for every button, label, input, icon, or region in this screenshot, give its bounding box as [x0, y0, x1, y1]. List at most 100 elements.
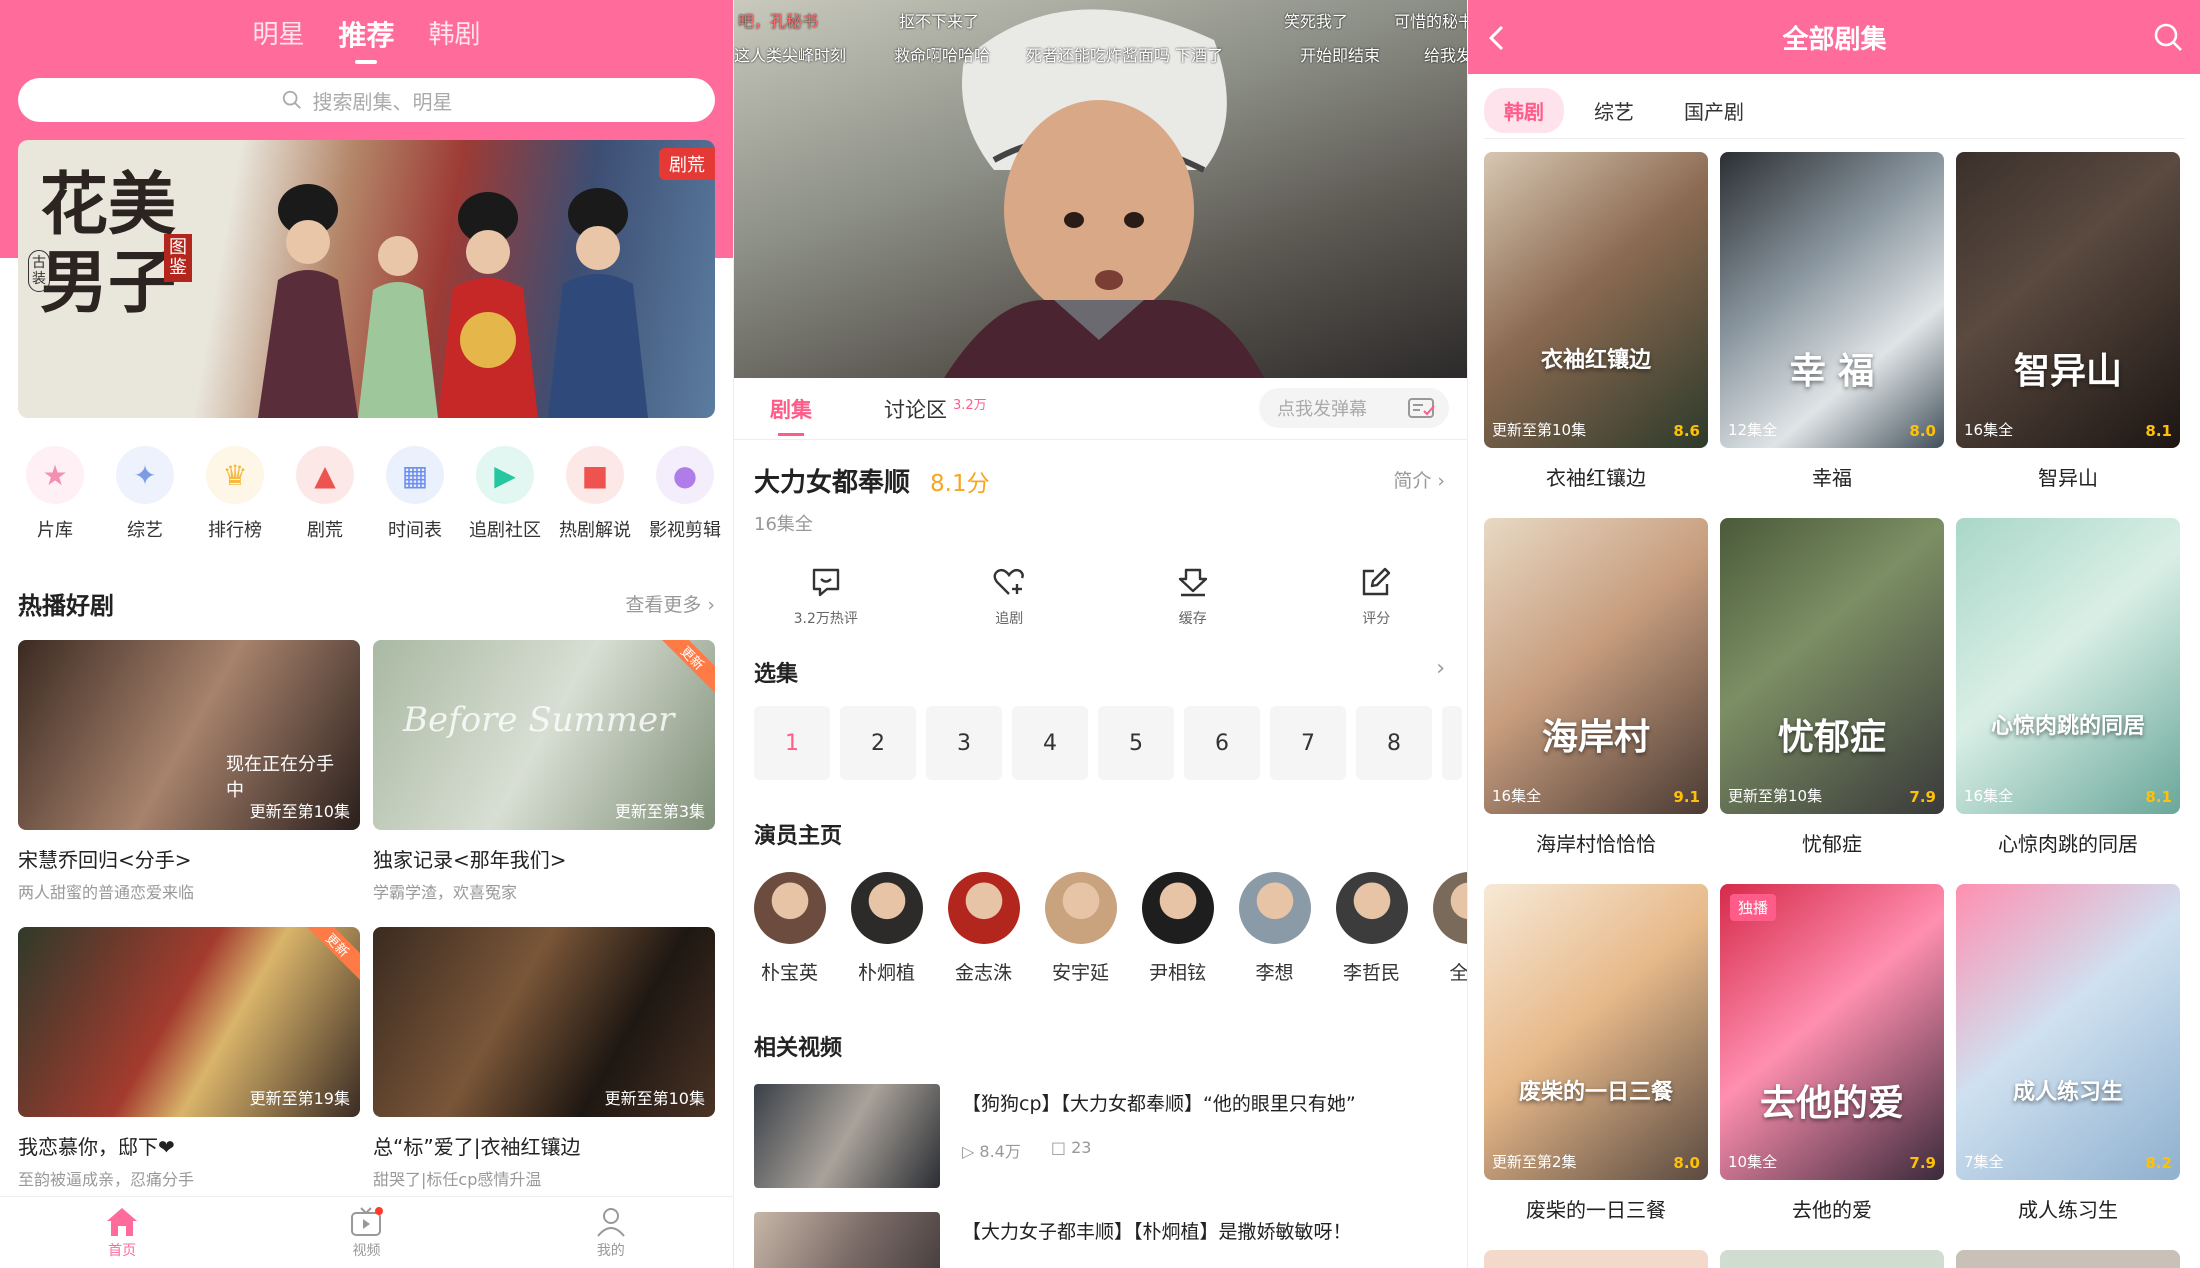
tab-stars[interactable]: 明星: [252, 14, 304, 64]
cast-member[interactable]: 全钟: [1431, 872, 1467, 985]
poster-image: 心惊肉跳的同居 16集全 8.1: [1956, 518, 2180, 814]
follow-label: 追剧: [995, 611, 1024, 627]
cast-member[interactable]: 安宇延: [1043, 872, 1118, 985]
download-button[interactable]: 缓存: [1101, 566, 1285, 628]
thumbnail-overlay-text: Before Summer: [403, 700, 675, 740]
danmaku-text: 死者还能吃炸酱面吗 下酒了: [1026, 46, 1224, 65]
drama-card[interactable]: 更新至第10集 总“标”爱了|衣袖红镶边 甜哭了|标任cp感情升温: [373, 927, 715, 1190]
comment-count: 23: [1071, 1138, 1092, 1157]
back-icon[interactable]: [1486, 24, 1506, 52]
avatar: [1238, 872, 1311, 944]
view-more-label: 查看更多: [625, 594, 702, 616]
avatar: [1044, 872, 1117, 944]
rating: 7.9: [1909, 788, 1936, 806]
rate-button[interactable]: 评分: [1285, 566, 1468, 628]
cast-member[interactable]: 金志洙: [946, 872, 1021, 985]
tab-recommend[interactable]: 推荐: [338, 14, 394, 64]
poster-art-text: 海岸村: [1541, 717, 1650, 758]
drama-card[interactable]: 现在正在分手中 更新至第10集 宋慧乔回归<分手> 两人甜蜜的普通恋爱来临: [18, 640, 360, 903]
episode-button[interactable]: 7: [1270, 706, 1346, 780]
episode-button[interactable]: 8: [1356, 706, 1432, 780]
tab-discussion[interactable]: 讨论区 3.2万: [884, 394, 987, 424]
category-tv[interactable]: ▶ 追剧社区: [460, 446, 550, 542]
episode-button[interactable]: 5: [1098, 706, 1174, 780]
category-comment[interactable]: ■ 热剧解说: [550, 446, 640, 542]
drama-name: 成人练习生: [2018, 1198, 2118, 1222]
drama-card[interactable]: 更新 更新至第19集 我恋慕你，邸下❤ 至韵被逼成亲，忍痛分手: [18, 927, 360, 1190]
drama-poster-card[interactable]: 海岸村 16集全 9.1 海岸村恰恰恰: [1484, 518, 1708, 857]
tab-kdrama[interactable]: 韩剧: [1484, 88, 1564, 133]
category-trophy[interactable]: ♛ 排行榜: [190, 446, 280, 542]
featured-banner[interactable]: 花美男子 古装 图鉴 剧荒: [18, 140, 715, 418]
download-label: 缓存: [1178, 611, 1207, 627]
category-library[interactable]: ★ 片库: [10, 446, 100, 542]
episode-button-partial[interactable]: [1442, 706, 1462, 780]
drama-name: 忧郁症: [1802, 832, 1862, 856]
tab-episodes[interactable]: 剧集: [770, 394, 812, 424]
episode-button[interactable]: 6: [1184, 706, 1260, 780]
drama-poster-card[interactable]: 心惊肉跳的同居 16集全 8.1 心惊肉跳的同居: [1956, 518, 2180, 857]
cast-member[interactable]: 李想: [1237, 872, 1312, 985]
view-more-link[interactable]: 查看更多 ›: [625, 590, 715, 617]
intro-label: 简介: [1393, 470, 1432, 492]
search-input[interactable]: 搜索剧集、明星: [18, 78, 715, 122]
cast-list: 朴宝英 朴炯植 金志洙 安宇延 尹相铉 李想 李哲民 全钟: [752, 872, 1467, 985]
drama-detail-screen: 吧，孔秘书 抠不下来了 笑死我了 可惜的秘书 这人类尖峰时刻 救命啊哈哈哈 死者…: [733, 0, 1467, 1268]
drama-poster-card[interactable]: 成人练习生 7集全 8.2 成人练习生: [1956, 884, 2180, 1223]
video-player[interactable]: 吧，孔秘书 抠不下来了 笑死我了 可惜的秘书 这人类尖峰时刻 救命啊哈哈哈 死者…: [734, 0, 1467, 378]
tab-discussion-label: 讨论区: [884, 397, 947, 422]
cast-member[interactable]: 朴炯植: [849, 872, 924, 985]
related-video-item[interactable]: 【大力女子都丰顺】【朴炯植】是撒娇敏敏呀！: [754, 1212, 1454, 1268]
category-variety[interactable]: ✦ 综艺: [100, 446, 190, 542]
comments-button[interactable]: 3.2万热评: [734, 566, 918, 628]
category-label: 热剧解说: [559, 520, 631, 541]
cast-member[interactable]: 尹相铉: [1140, 872, 1215, 985]
tv-icon: ▶: [476, 446, 534, 504]
category-label: 片库: [37, 520, 73, 541]
category-play[interactable]: ● 影视剪辑: [640, 446, 730, 542]
category-calendar[interactable]: ▦ 时间表: [370, 446, 460, 542]
drama-poster-card[interactable]: 幸 福 12集全 8.0 幸福: [1720, 152, 1944, 491]
intro-link[interactable]: 简介 ›: [1393, 466, 1445, 493]
drama-poster-card[interactable]: 废柴的一日三餐 更新至第2集 8.0 废柴的一日三餐: [1484, 884, 1708, 1223]
cast-member[interactable]: 李哲民: [1334, 872, 1409, 985]
drama-name: 幸福: [1812, 466, 1852, 490]
drama-poster-card[interactable]: 智异山 16集全 8.1 智异山: [1956, 152, 2180, 491]
episode-button[interactable]: 2: [840, 706, 916, 780]
related-video-item[interactable]: 【狗狗cp】【大力女都奉顺】“他的眼里只有她” ▷ 8.4万 □ 23: [754, 1084, 1454, 1188]
tab-domestic[interactable]: 国产剧: [1664, 88, 1764, 133]
drama-subtitle: 学霸学渣，欢喜冤家: [373, 883, 518, 902]
cast-member[interactable]: 朴宝英: [752, 872, 827, 985]
episode-button[interactable]: 3: [926, 706, 1002, 780]
category-fire[interactable]: ▲ 剧荒: [280, 446, 370, 542]
poster-art-text: 成人练习生: [2012, 1080, 2123, 1105]
poster-image: 衣袖红镶边 更新至第10集 8.6: [1484, 152, 1708, 448]
drama-poster-card-partial[interactable]: [1956, 1250, 2180, 1268]
drama-poster-card[interactable]: 独播 去他的爱 10集全 7.9 去他的爱: [1720, 884, 1944, 1223]
search-icon[interactable]: [2153, 22, 2183, 52]
drama-card[interactable]: Before Summer 更新 更新至第3集 独家记录<那年我们> 学霸学渣，…: [373, 640, 715, 903]
episode-status: 10集全: [1728, 1153, 1778, 1171]
episode-button[interactable]: 1: [754, 706, 830, 780]
tab-variety[interactable]: 综艺: [1574, 88, 1654, 133]
drama-title: 独家记录<那年我们>: [373, 848, 567, 872]
cast-name: 朴宝英: [760, 962, 818, 984]
chevron-right-icon[interactable]: ›: [1436, 656, 1445, 681]
nav-home[interactable]: 首页: [0, 1197, 244, 1268]
follow-button[interactable]: 追剧: [918, 566, 1102, 628]
nav-video[interactable]: 视频: [244, 1197, 488, 1268]
drama-subtitle: 两人甜蜜的普通恋爱来临: [18, 883, 195, 902]
drama-poster-card-partial[interactable]: [1484, 1250, 1708, 1268]
danmaku-input[interactable]: 点我发弹幕: [1259, 388, 1449, 428]
drama-poster-card[interactable]: 衣袖红镶边 更新至第10集 8.6 衣袖红镶边: [1484, 152, 1708, 491]
avatar: [753, 872, 826, 944]
drama-poster-card[interactable]: 忧郁症 更新至第10集 7.9 忧郁症: [1720, 518, 1944, 857]
tab-kdrama[interactable]: 韩剧: [429, 14, 481, 64]
rating: 8.1: [2145, 788, 2172, 806]
discussion-count: 3.2万: [953, 397, 987, 413]
drama-poster-card-partial[interactable]: [1720, 1250, 1944, 1268]
nav-profile[interactable]: 我的: [489, 1197, 733, 1268]
banner-figures: [258, 184, 648, 418]
poster-art-text: 废柴的一日三餐: [1518, 1080, 1673, 1105]
episode-button[interactable]: 4: [1012, 706, 1088, 780]
